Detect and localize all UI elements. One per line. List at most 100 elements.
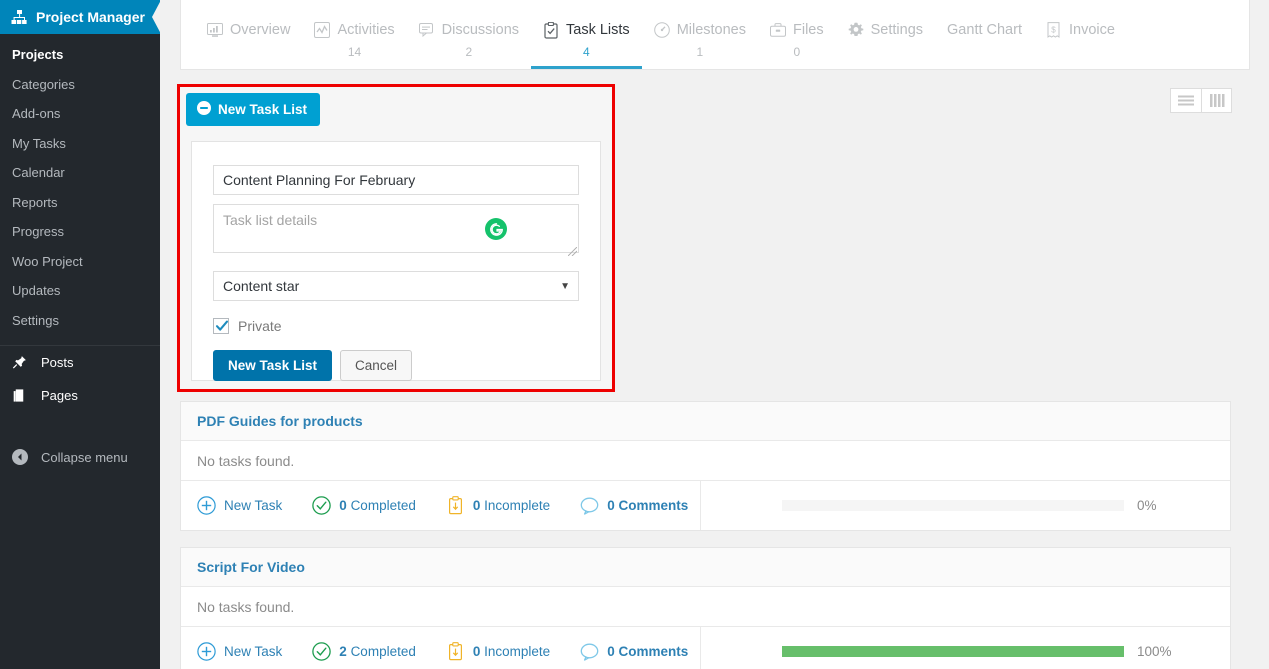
stat-label: 0 Comments <box>607 644 688 659</box>
task-list-progress: 100% <box>701 627 1230 669</box>
stat-count: 0 <box>472 644 481 659</box>
form-action-buttons: New Task List Cancel <box>213 350 579 381</box>
task-list-title[interactable]: Script For Video <box>197 559 305 575</box>
stat-count: 0 <box>472 498 481 513</box>
stat-label: 0 Incomplete <box>473 498 550 513</box>
sidebar-item-woo-project[interactable]: Woo Project <box>0 247 160 277</box>
sidebar-item-categories[interactable]: Categories <box>0 70 160 100</box>
tab-count: 2 <box>465 45 473 59</box>
sidebar-item-calendar[interactable]: Calendar <box>0 158 160 188</box>
tab-count: 1 <box>696 45 704 59</box>
tab-invoice[interactable]: $ Invoice <box>1034 0 1127 69</box>
tasklist-title-input[interactable] <box>213 165 579 195</box>
task-list-title[interactable]: PDF Guides for products <box>197 413 363 429</box>
sidebar-header[interactable]: Project Manager <box>0 0 161 34</box>
tasklist-stat-comments[interactable]: 0 Comments <box>580 496 688 515</box>
receipt-dollar-icon: $ <box>1046 22 1062 38</box>
sidebar-item-add-ons[interactable]: Add-ons <box>0 99 160 129</box>
submit-new-tasklist-button[interactable]: New Task List <box>213 350 333 381</box>
private-label: Private <box>238 318 282 334</box>
tab-settings[interactable]: Settings <box>836 0 935 69</box>
tab-row: Gantt Chart <box>947 22 1022 38</box>
tasklist-detail-textarea[interactable] <box>213 204 579 253</box>
task-list-empty-state: No tasks found. <box>181 587 1230 627</box>
tab-row: Discussions <box>418 22 519 38</box>
admin-sidebar: Project Manager Projects Categories Add-on… <box>0 0 161 669</box>
sidebar-header-title: Project Manager <box>36 9 145 25</box>
tab-discussions[interactable]: Discussions 2 <box>407 0 531 69</box>
private-checkbox[interactable] <box>213 318 229 334</box>
sidebar-item-my-tasks[interactable]: My Tasks <box>0 129 160 159</box>
sidebar-item-progress[interactable]: Progress <box>0 217 160 247</box>
pin-icon <box>12 355 32 370</box>
comment-bubble-icon <box>580 642 599 661</box>
progress-percent-label: 100% <box>1137 644 1172 659</box>
minus-circle-icon <box>197 101 211 118</box>
new-tasklist-toggle-button[interactable]: New Task List <box>186 93 321 126</box>
tasklist-stat-incomplete[interactable]: 0 Incomplete <box>446 496 550 515</box>
tab-activities[interactable]: Activities 14 <box>302 0 406 69</box>
tab-row: Overview <box>207 22 290 38</box>
svg-text:$: $ <box>1052 25 1057 34</box>
sidebar-item-projects[interactable]: Projects <box>0 40 160 70</box>
tab-label: Files <box>793 22 824 38</box>
tasklist-stat-new-task[interactable]: New Task <box>197 496 282 515</box>
grammarly-icon[interactable] <box>485 218 507 240</box>
new-tasklist-form-highlight: New Task List Content star <box>177 84 615 392</box>
stat-text: New Task <box>224 644 283 659</box>
stat-text: New Task <box>224 498 283 513</box>
tasklist-stat-new-task[interactable]: New Task <box>197 642 282 661</box>
check-icon <box>215 320 229 331</box>
sidebar-item-pages[interactable]: Pages <box>0 379 160 412</box>
new-tasklist-toggle-label: New Task List <box>218 102 308 117</box>
list-lines-icon <box>1178 95 1194 106</box>
textarea-resize-grip[interactable] <box>568 247 577 256</box>
tab-gantt-chart[interactable]: Gantt Chart <box>935 0 1034 69</box>
stat-count: 2 <box>339 644 347 659</box>
stat-text: Comments <box>618 644 689 659</box>
tab-label: Overview <box>230 22 291 38</box>
grid-view-button[interactable] <box>1201 89 1231 112</box>
tab-milestones[interactable]: Milestones 1 <box>642 0 758 69</box>
tab-label: Activities <box>337 22 395 38</box>
tasklist-stat-completed[interactable]: 0 Completed <box>312 496 416 515</box>
project-tabs: Overview Activities 14 Discussions 2 Task Lis… <box>180 0 1250 70</box>
tab-task-lists[interactable]: Task Lists 4 <box>531 0 642 69</box>
tasklist-assignee-wrapper: Content star ▼ <box>213 271 579 301</box>
sidebar-item-reports[interactable]: Reports <box>0 188 160 218</box>
collapse-menu-button[interactable]: Collapse menu <box>0 441 160 473</box>
list-view-button[interactable] <box>1171 89 1201 112</box>
main-content: Overview Activities 14 Discussions 2 Task Lis… <box>160 0 1269 669</box>
sidebar-item-settings[interactable]: Settings <box>0 306 160 336</box>
tab-label: Invoice <box>1068 22 1115 38</box>
tab-row: Settings <box>848 22 923 38</box>
tab-row: $ Invoice <box>1046 22 1115 38</box>
columns-icon <box>1209 94 1224 107</box>
empty-text: No tasks found. <box>197 598 295 615</box>
tasklist-assignee-select[interactable]: Content star <box>213 271 579 301</box>
progress-percent-label: 0% <box>1137 498 1157 513</box>
tasklist-stat-completed[interactable]: 2 Completed <box>312 642 416 661</box>
monitor-chart-icon <box>207 22 223 38</box>
tab-label: Gantt Chart <box>947 22 1022 38</box>
progress-bar-track <box>782 500 1124 511</box>
new-tasklist-form: Content star ▼ Private New Task List Can… <box>191 141 601 381</box>
tab-row: Milestones <box>653 22 746 38</box>
stat-text: Incomplete <box>484 498 551 513</box>
tasklist-stat-comments[interactable]: 0 Comments <box>580 642 688 661</box>
briefcase-icon <box>770 22 786 38</box>
progress-bar-fill <box>782 646 1124 657</box>
stat-label: New Task <box>224 644 282 659</box>
sidebar-item-updates[interactable]: Updates <box>0 276 160 306</box>
tasklist-stat-incomplete[interactable]: 0 Incomplete <box>446 642 550 661</box>
new-tasklist-panel: New Task List Content star <box>180 87 612 389</box>
cancel-button[interactable]: Cancel <box>340 350 413 381</box>
task-list-stats: New Task 2 Completed 0 Incomplete 0 Comment… <box>181 627 701 669</box>
comment-bubble-icon <box>580 496 599 515</box>
task-list-empty-state: No tasks found. <box>181 441 1230 481</box>
empty-text: No tasks found. <box>197 452 295 469</box>
tab-files[interactable]: Files 0 <box>758 0 836 69</box>
tab-overview[interactable]: Overview <box>195 0 302 69</box>
check-circle-icon <box>312 496 332 515</box>
sidebar-item-posts[interactable]: Posts <box>0 346 160 379</box>
